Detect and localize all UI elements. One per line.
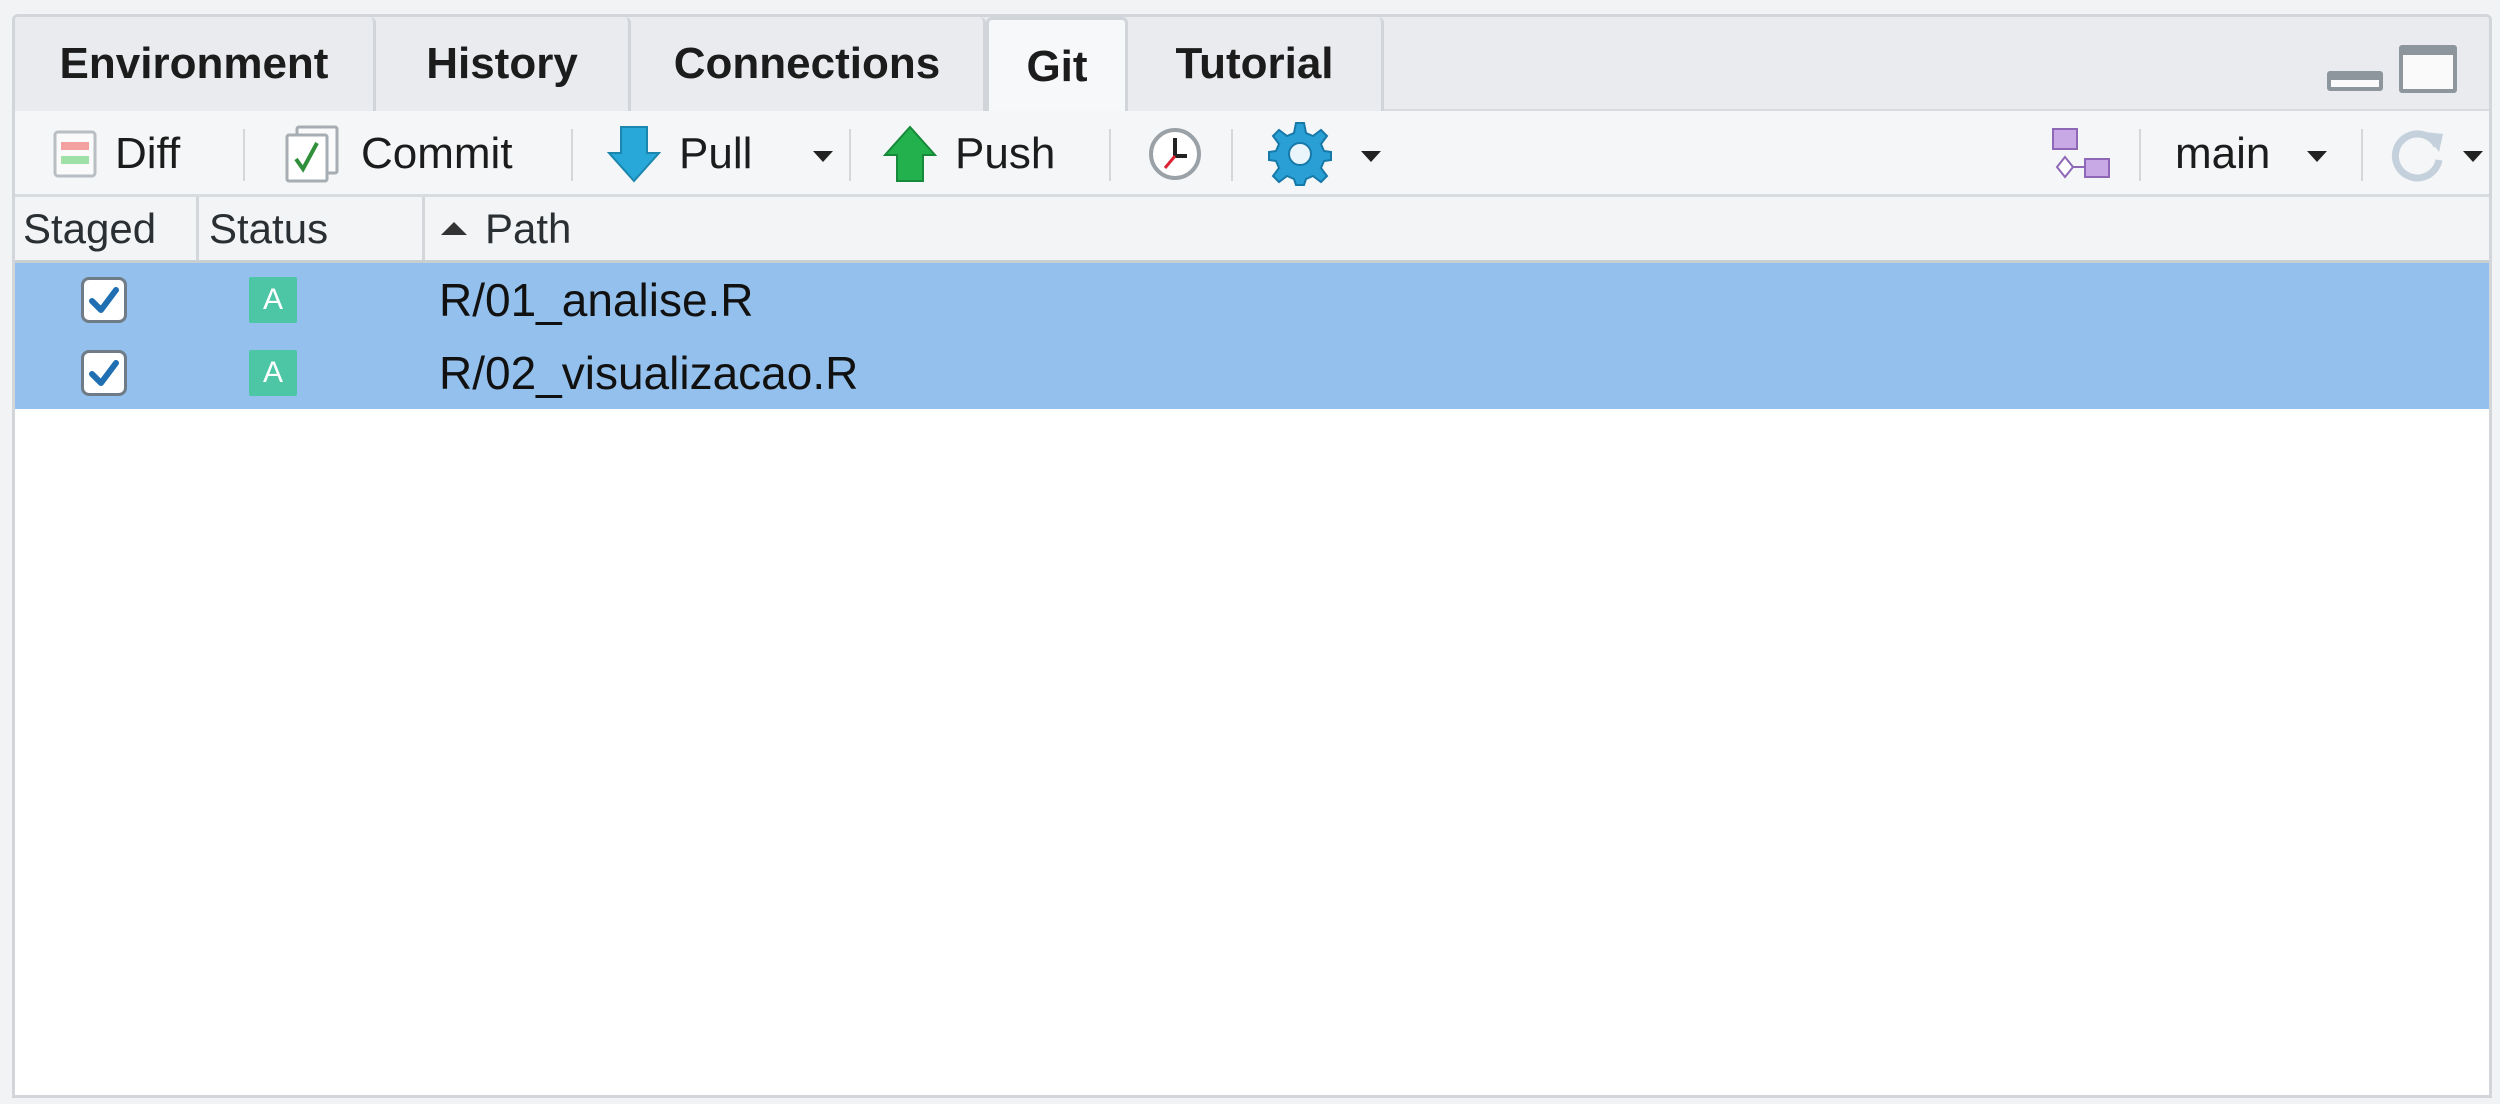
checkmark-icon [89, 360, 119, 386]
toolbar-separator [2139, 129, 2141, 181]
maximize-icon[interactable] [2399, 45, 2457, 93]
diff-label: Diff [115, 129, 181, 178]
file-list-empty-area [15, 409, 2489, 1095]
tab-tutorial[interactable]: Tutorial [1128, 17, 1384, 111]
file-list: A R/01_analise.R A R/02_visualizacao.R [15, 263, 2489, 409]
staged-checkbox[interactable] [81, 350, 127, 396]
column-label-path: Path [485, 204, 572, 252]
toolbar-separator [849, 129, 851, 181]
branch-icon [2052, 128, 2110, 179]
toolbar-separator [1109, 129, 1111, 181]
gear-icon [1268, 122, 1332, 186]
checkmark-icon [89, 287, 119, 313]
minimize-icon[interactable] [2327, 71, 2383, 91]
file-table-header: Staged Status Path [15, 197, 2489, 263]
diff-button[interactable]: Diff [53, 111, 180, 197]
clock-icon [1149, 128, 1201, 180]
refresh-icon [2391, 130, 2443, 182]
more-dropdown-caret[interactable] [1361, 151, 1381, 162]
tab-history[interactable]: History [376, 17, 631, 111]
column-label-status: Status [209, 204, 329, 252]
push-arrow-icon [883, 125, 937, 182]
diff-icon [53, 130, 97, 178]
refresh-button[interactable] [2389, 111, 2449, 197]
pull-label: Pull [679, 129, 753, 178]
table-row[interactable]: A R/01_analise.R [15, 263, 2489, 336]
branch-label: main [2175, 129, 2271, 178]
commit-icon [285, 125, 339, 183]
file-path: R/02_visualizacao.R [439, 346, 859, 399]
push-label: Push [955, 129, 1056, 178]
tab-environment[interactable]: Environment [15, 17, 376, 111]
pane-tab-strip: Environment History Connections Git Tuto… [15, 17, 2489, 113]
toolbar-separator [1231, 129, 1233, 181]
file-path: R/01_analise.R [439, 273, 754, 326]
pull-button[interactable]: Pull [607, 111, 752, 197]
more-button[interactable] [1267, 111, 1333, 197]
status-badge: A [249, 350, 297, 396]
push-button[interactable]: Push [883, 111, 1055, 197]
tab-git[interactable]: Git [986, 17, 1128, 113]
history-button[interactable] [1147, 111, 1203, 197]
branch-dropdown-caret[interactable] [2307, 151, 2327, 162]
commit-button[interactable]: Commit [283, 111, 513, 197]
column-header-path[interactable]: Path [425, 197, 2489, 260]
branch-selector[interactable]: main [2175, 111, 2270, 197]
column-header-status[interactable]: Status [199, 197, 425, 260]
tab-connections[interactable]: Connections [631, 17, 986, 111]
git-pane: Environment History Connections Git Tuto… [12, 14, 2492, 1098]
column-header-staged[interactable]: Staged [15, 197, 199, 260]
git-toolbar: Diff Commit Pull Push main [15, 111, 2489, 197]
toolbar-separator [243, 129, 245, 181]
branch-graph-button[interactable] [2049, 111, 2113, 197]
toolbar-separator [571, 129, 573, 181]
commit-label: Commit [361, 129, 513, 178]
staged-checkbox[interactable] [81, 277, 127, 323]
column-label-staged: Staged [23, 204, 157, 252]
status-badge: A [249, 277, 297, 323]
table-row[interactable]: A R/02_visualizacao.R [15, 336, 2489, 409]
toolbar-separator [2361, 129, 2363, 181]
sort-ascending-icon [441, 222, 467, 235]
pull-dropdown-caret[interactable] [813, 151, 833, 162]
pull-arrow-icon [607, 126, 661, 183]
refresh-dropdown-caret[interactable] [2463, 151, 2483, 162]
